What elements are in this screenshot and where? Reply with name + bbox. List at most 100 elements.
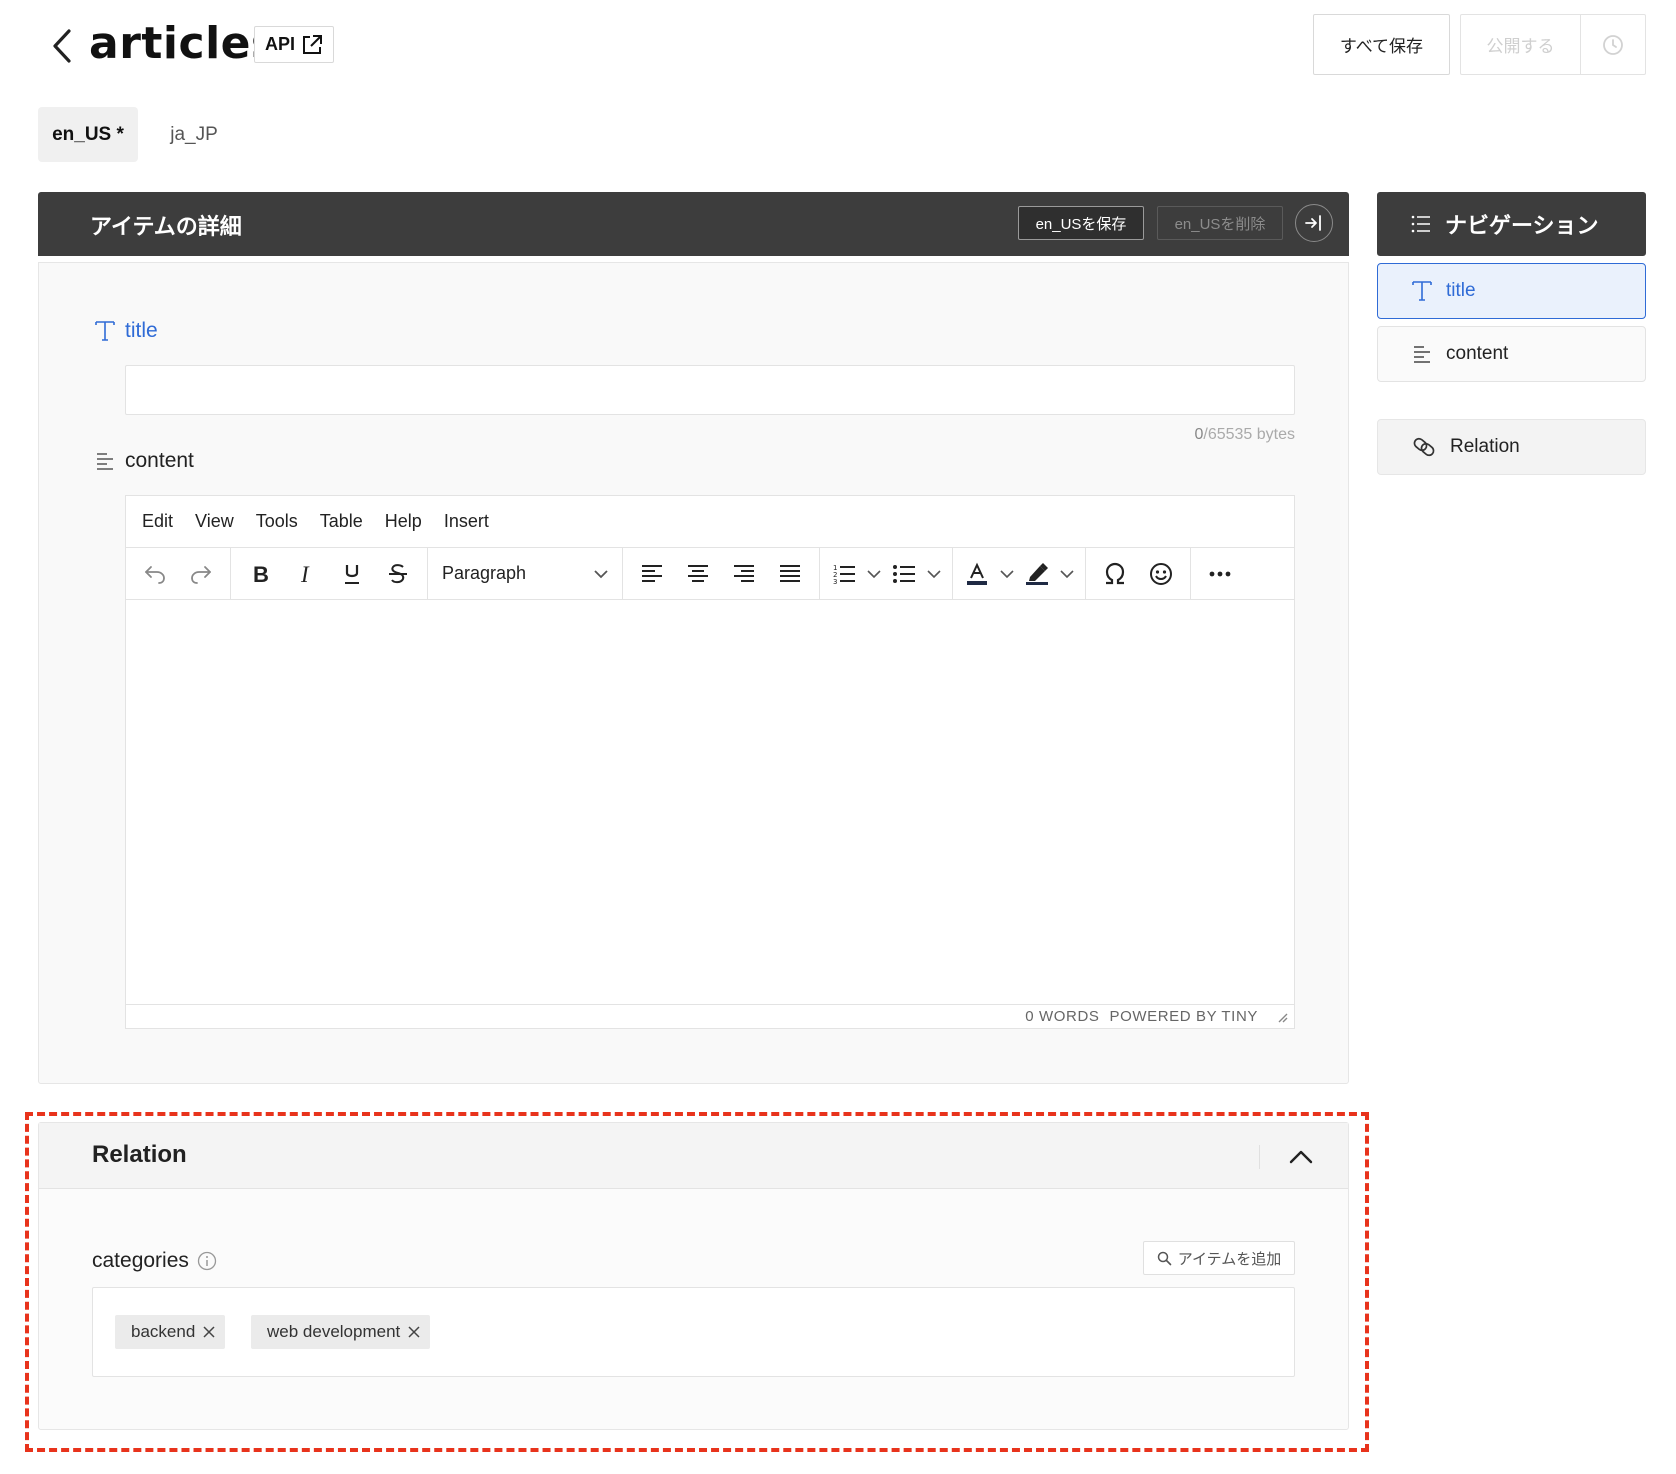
text-color-button[interactable]	[959, 554, 1019, 594]
text-type-icon	[95, 321, 115, 341]
title-input[interactable]	[125, 365, 1295, 415]
nav-item-title[interactable]: title	[1377, 263, 1646, 319]
menu-table[interactable]: Table	[320, 511, 363, 532]
more-dots-icon	[1209, 571, 1231, 576]
formatting-group: B I	[231, 548, 428, 599]
editor-content-area[interactable]	[126, 600, 1294, 1005]
relation-title: Relation	[92, 1141, 187, 1168]
remove-tag-button[interactable]	[203, 1326, 215, 1338]
align-justify-icon	[780, 564, 800, 582]
item-detail-title: アイテムの詳細	[90, 214, 242, 239]
align-left-icon	[642, 564, 662, 582]
title-field-label-text: title	[125, 319, 158, 342]
page-title: articles	[89, 18, 278, 69]
link-icon	[1413, 437, 1435, 457]
bullet-list-icon	[893, 564, 915, 583]
emoji-button[interactable]	[1138, 554, 1184, 594]
chevron-down-icon	[867, 569, 881, 578]
menu-help[interactable]: Help	[385, 511, 422, 532]
resize-handle-icon[interactable]	[1276, 1011, 1288, 1023]
publish-button[interactable]: 公開する	[1461, 15, 1581, 74]
nav-item-content[interactable]: content	[1377, 326, 1646, 382]
relation-header: Relation	[39, 1123, 1348, 1189]
menu-tools[interactable]: Tools	[256, 511, 298, 532]
bold-button[interactable]: B	[237, 554, 283, 594]
omega-icon	[1105, 562, 1125, 584]
align-center-icon	[688, 564, 708, 582]
add-item-button[interactable]: アイテムを追加	[1143, 1241, 1295, 1275]
content-field-label: content	[95, 449, 194, 473]
categories-tags-box[interactable]: backend web development	[92, 1287, 1295, 1377]
italic-button[interactable]: I	[283, 554, 329, 594]
justify-button[interactable]	[767, 554, 813, 594]
italic-icon: I	[300, 563, 310, 585]
menu-view[interactable]: View	[195, 511, 234, 532]
categories-label: categories	[92, 1249, 217, 1273]
undo-button[interactable]	[132, 554, 178, 594]
highlight-color-button[interactable]	[1019, 554, 1079, 594]
align-left-button[interactable]	[629, 554, 675, 594]
paragraph-lines-icon	[1414, 346, 1430, 363]
numbered-list-icon: 123	[833, 564, 855, 585]
align-right-button[interactable]	[721, 554, 767, 594]
list-icon	[1411, 215, 1430, 233]
chevron-down-icon	[927, 569, 941, 578]
svg-text:I: I	[300, 563, 310, 585]
save-all-button[interactable]: すべて保存	[1313, 14, 1450, 75]
arrow-to-right-icon	[1305, 215, 1321, 231]
text-color-icon	[967, 562, 987, 585]
block-format-value: Paragraph	[442, 563, 527, 583]
bullet-list-button[interactable]	[886, 554, 946, 594]
info-icon[interactable]	[197, 1251, 217, 1271]
strikethrough-icon	[389, 563, 407, 583]
bold-icon: B	[253, 563, 269, 585]
locale-tab-ja-jp[interactable]: ja_JP	[156, 107, 232, 162]
collapse-panel-button[interactable]	[1295, 204, 1333, 242]
menu-edit[interactable]: Edit	[142, 511, 173, 532]
powered-by-link[interactable]: POWERED BY TINY	[1110, 1008, 1258, 1025]
tag-backend: backend	[115, 1315, 226, 1349]
redo-button[interactable]	[178, 554, 224, 594]
chevron-down-icon	[1060, 569, 1074, 578]
underline-button[interactable]	[329, 554, 375, 594]
chevron-down-icon	[594, 569, 608, 578]
back-button[interactable]	[44, 24, 80, 68]
relation-collapse-button[interactable]	[1282, 1138, 1320, 1176]
editor-statusbar: 0 WORDS POWERED BY TINY	[126, 1004, 1294, 1028]
insert-group	[1086, 548, 1191, 599]
locale-tab-en-us[interactable]: en_US *	[38, 107, 138, 162]
clock-icon	[1603, 34, 1623, 55]
delete-locale-button[interactable]: en_USを削除	[1157, 206, 1283, 240]
nav-item-label: title	[1446, 280, 1476, 301]
title-field-label: title	[95, 319, 158, 343]
history-group	[126, 548, 231, 599]
block-format-group: Paragraph	[428, 548, 623, 599]
more-group	[1191, 548, 1249, 599]
svg-text:B: B	[253, 563, 269, 585]
chevron-up-icon	[1289, 1150, 1313, 1164]
external-link-icon	[303, 34, 322, 54]
relation-divider	[1259, 1145, 1260, 1169]
api-button[interactable]: API	[254, 26, 334, 63]
add-item-label: アイテムを追加	[1177, 1250, 1282, 1268]
nav-item-relation[interactable]: Relation	[1377, 419, 1646, 475]
color-group	[953, 548, 1086, 599]
remove-tag-button[interactable]	[408, 1326, 420, 1338]
block-format-select[interactable]: Paragraph	[434, 554, 616, 594]
align-center-button[interactable]	[675, 554, 721, 594]
numbered-list-button[interactable]: 123	[826, 554, 886, 594]
editor-toolbar: B I Paragraph 1 2 3	[126, 548, 1294, 600]
smiley-icon	[1150, 562, 1172, 585]
relation-section: Relation categories アイテムを追加 backend web …	[38, 1122, 1349, 1430]
history-button[interactable]	[1581, 15, 1645, 74]
chevron-left-icon	[53, 29, 71, 63]
save-locale-button[interactable]: en_USを保存	[1018, 206, 1144, 240]
search-icon	[1157, 1251, 1172, 1265]
navigation-header: ナビゲーション	[1377, 192, 1646, 256]
menu-insert[interactable]: Insert	[444, 511, 489, 532]
more-button[interactable]	[1197, 554, 1243, 594]
content-field-label-text: content	[125, 449, 194, 472]
categories-label-text: categories	[92, 1249, 189, 1272]
special-character-button[interactable]	[1092, 554, 1138, 594]
strikethrough-button[interactable]	[375, 554, 421, 594]
